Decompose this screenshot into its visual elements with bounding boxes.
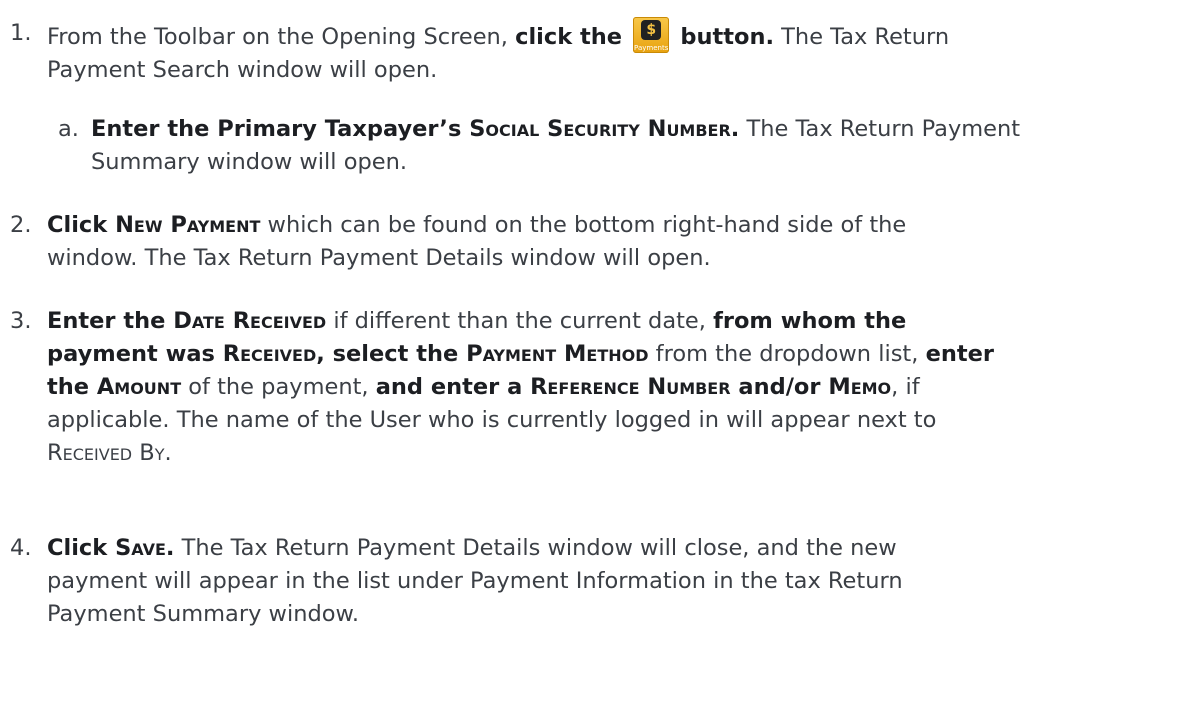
instruction-document: 1. From the Toolbar on the Opening Scree… xyxy=(0,0,1187,708)
step-3: 3. Enter the Date Received if different … xyxy=(10,305,1180,470)
step-number: 3. xyxy=(10,308,32,334)
step-number: 1. xyxy=(10,20,32,46)
step-number: 4. xyxy=(10,535,32,561)
step-line: payment will appear in the list under Pa… xyxy=(47,568,903,594)
step-number: a. xyxy=(58,116,79,142)
payments-icon: $ Payments xyxy=(633,17,670,53)
step-line: Received By. xyxy=(47,440,172,466)
step-line: Click Save. The Tax Return Payment Detai… xyxy=(47,535,897,561)
step-2: 2. Click New Payment which can be found … xyxy=(10,209,1180,275)
step-line: payment was Received, select the Payment… xyxy=(47,341,994,367)
step-number: 2. xyxy=(10,212,32,238)
step-line: applicable. The name of the User who is … xyxy=(47,407,937,433)
step-line: Payment Summary window. xyxy=(47,601,359,627)
step-line: window. The Tax Return Payment Details w… xyxy=(47,245,711,271)
step-line: From the Toolbar on the Opening Screen, … xyxy=(47,17,1180,54)
step-line: Summary window will open. xyxy=(91,149,408,175)
step-4: 4. Click Save. The Tax Return Payment De… xyxy=(10,532,1180,631)
step-line: the Amount of the payment, and enter a R… xyxy=(47,374,920,400)
step-line: Payment Search window will open. xyxy=(47,57,438,83)
step-1a: a. Enter the Primary Taxpayer’s Social S… xyxy=(58,113,1178,179)
step-1: 1. From the Toolbar on the Opening Scree… xyxy=(10,17,1180,87)
step-line: Enter the Date Received if different tha… xyxy=(47,308,907,334)
step-line: Click New Payment which can be found on … xyxy=(47,212,907,238)
step-line: Enter the Primary Taxpayer’s Social Secu… xyxy=(91,116,1021,142)
